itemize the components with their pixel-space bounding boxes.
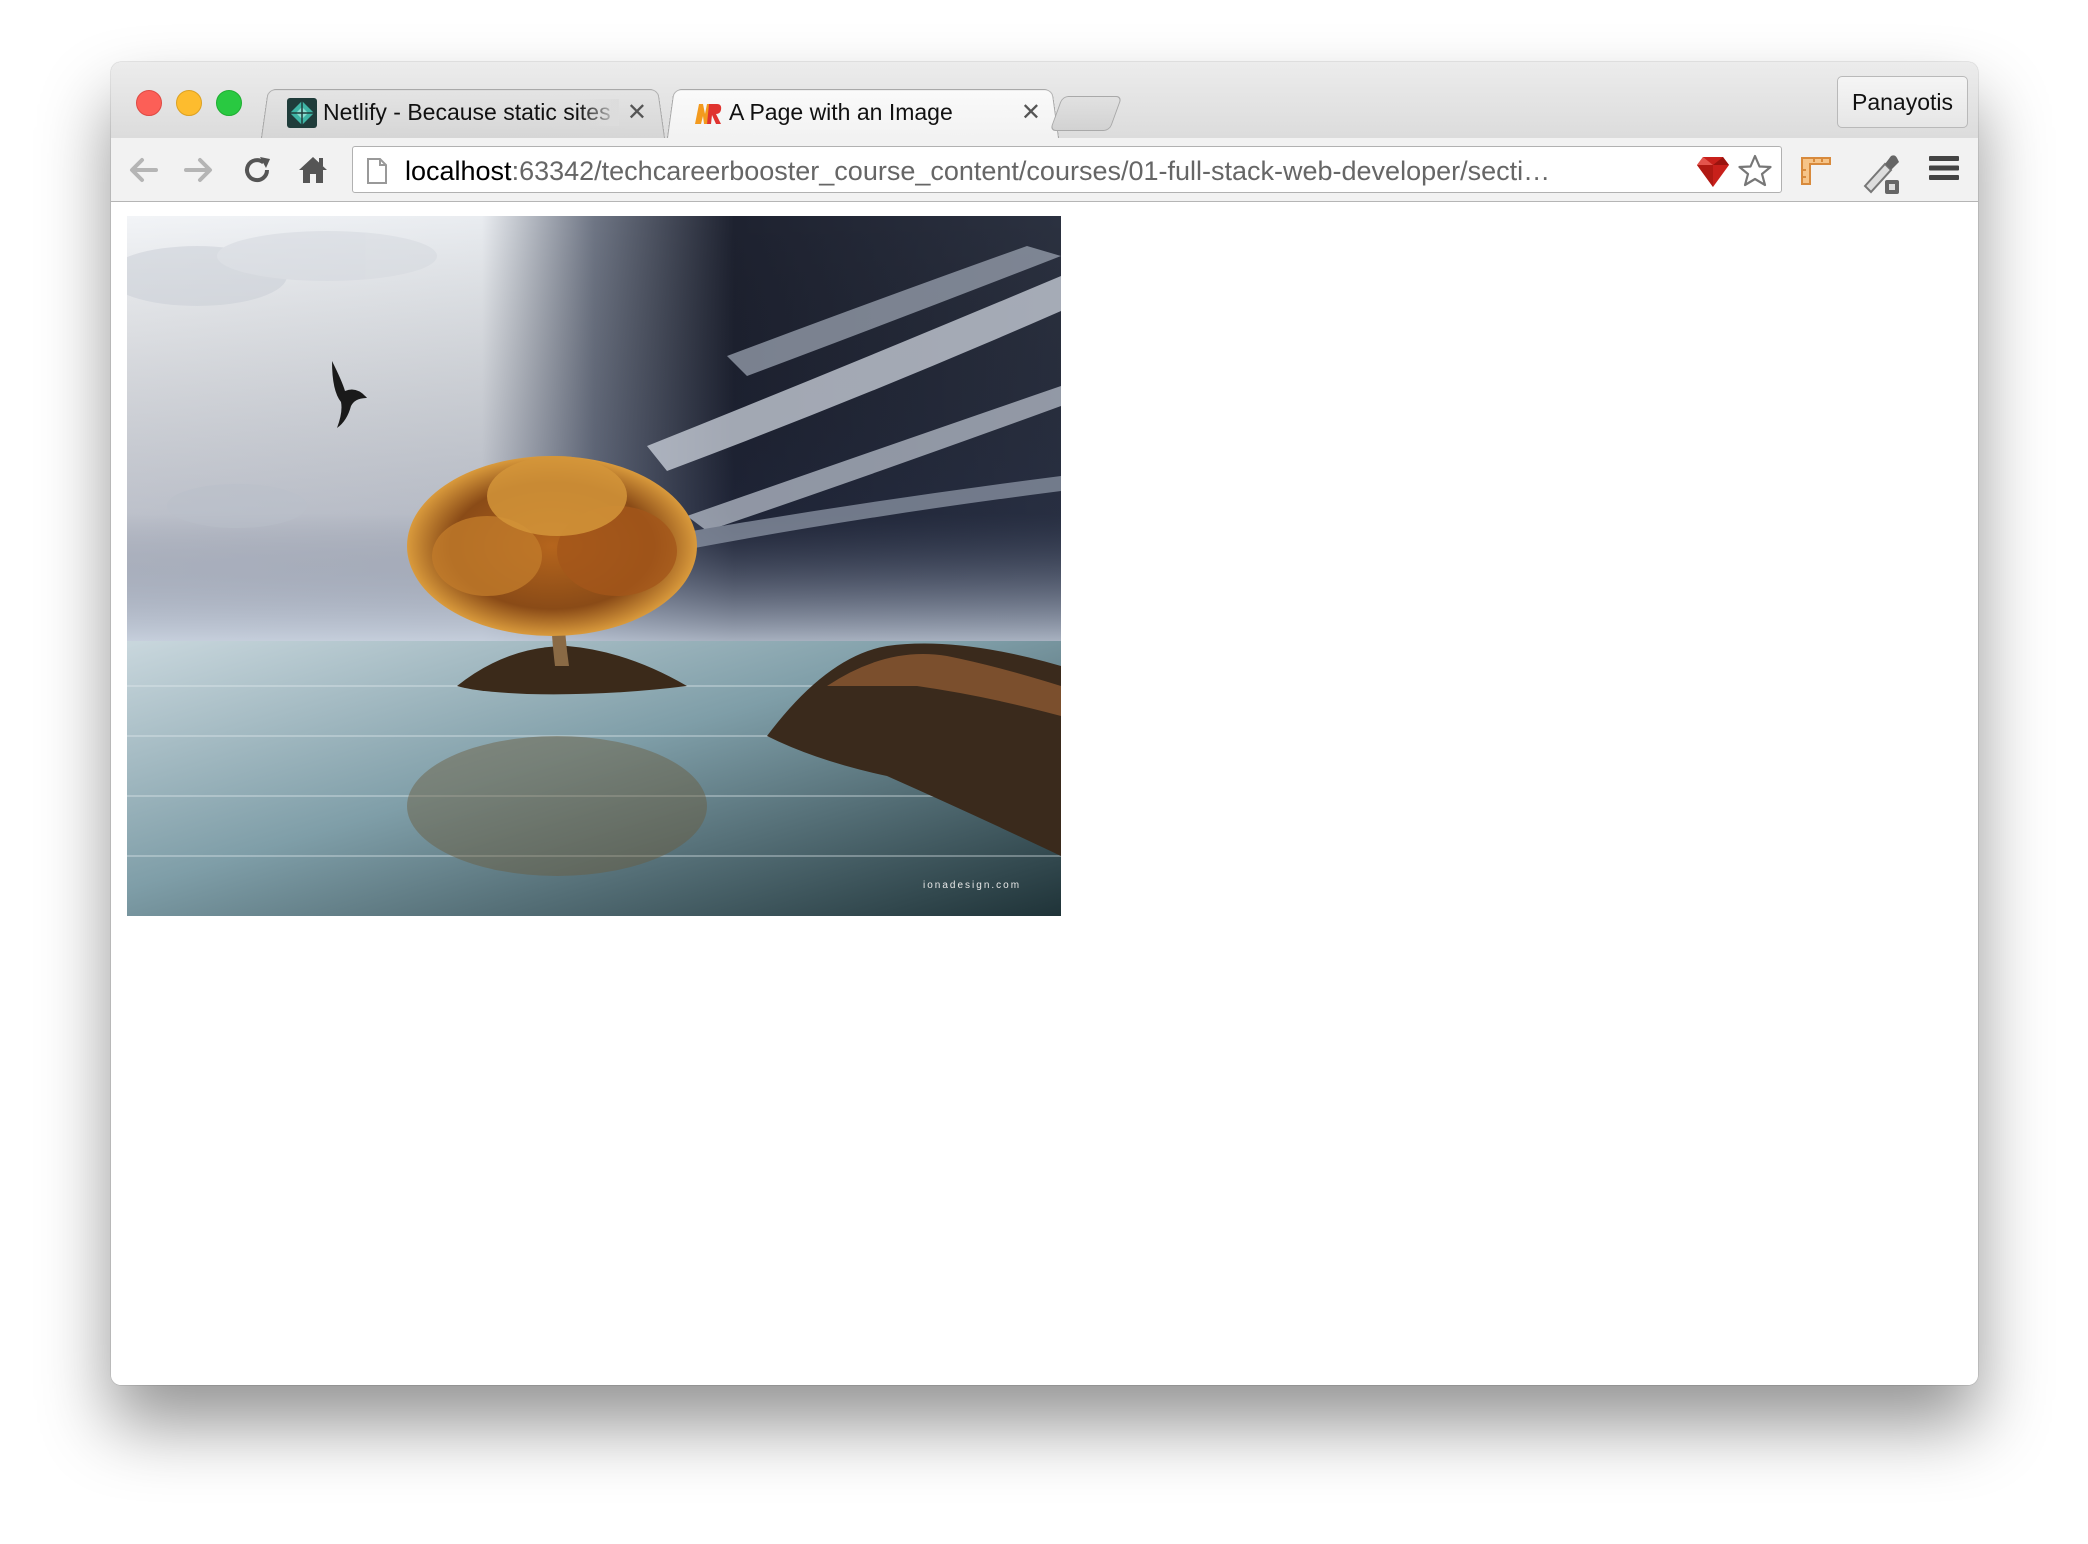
title-bar: Netlify - Because static sites ✕ A Page … xyxy=(111,62,1978,138)
tab-close-icon[interactable]: ✕ xyxy=(1021,98,1041,127)
home-icon xyxy=(299,157,327,183)
home-button[interactable] xyxy=(295,152,331,188)
zoom-window-button[interactable] xyxy=(216,90,242,116)
landscape-tree-island-photo: ionadesign.com xyxy=(127,216,1061,916)
minimize-window-button[interactable] xyxy=(176,90,202,116)
url-path: :63342/techcareerbooster_course_content/… xyxy=(511,156,1551,186)
ruby-gem-icon[interactable] xyxy=(1695,153,1731,189)
eyedropper-icon[interactable] xyxy=(1859,150,1905,196)
arrow-forward-icon xyxy=(184,158,212,182)
url-host: localhost xyxy=(405,156,512,186)
tab-title: A Page with an Image xyxy=(729,99,953,125)
browser-toolbar: localhost:63342/techcareerbooster_course… xyxy=(111,138,1978,202)
close-window-button[interactable] xyxy=(136,90,162,116)
forward-button[interactable] xyxy=(181,152,217,188)
bookmark-star-icon[interactable] xyxy=(1737,153,1773,189)
reload-icon xyxy=(245,157,270,183)
tab-title: Netlify - Because static sites xyxy=(323,99,619,126)
netlify-favicon-icon xyxy=(287,97,317,128)
url-text[interactable]: localhost:63342/techcareerbooster_course… xyxy=(405,156,1675,187)
profile-button[interactable]: Panayotis xyxy=(1836,76,1968,128)
tab-netlify[interactable]: Netlify - Because static sites ✕ xyxy=(261,87,665,138)
arrow-back-icon xyxy=(130,158,158,182)
address-bar[interactable]: localhost:63342/techcareerbooster_course… xyxy=(352,146,1782,193)
page-viewport: ionadesign.com xyxy=(111,202,1978,1385)
page-icon xyxy=(367,158,387,184)
menu-icon[interactable] xyxy=(1926,150,1962,186)
new-tab-button[interactable] xyxy=(1049,96,1123,131)
reload-button[interactable] xyxy=(239,152,275,188)
image-watermark: ionadesign.com xyxy=(923,880,1021,891)
tab-close-icon[interactable]: ✕ xyxy=(627,98,647,127)
back-button[interactable] xyxy=(125,152,161,188)
ruler-icon[interactable] xyxy=(1796,150,1836,190)
tab-page-with-image[interactable]: A Page with an Image ✕ xyxy=(667,87,1059,138)
browser-window: Netlify - Because static sites ✕ A Page … xyxy=(111,62,1978,1385)
webstorm-favicon-icon xyxy=(695,103,722,124)
